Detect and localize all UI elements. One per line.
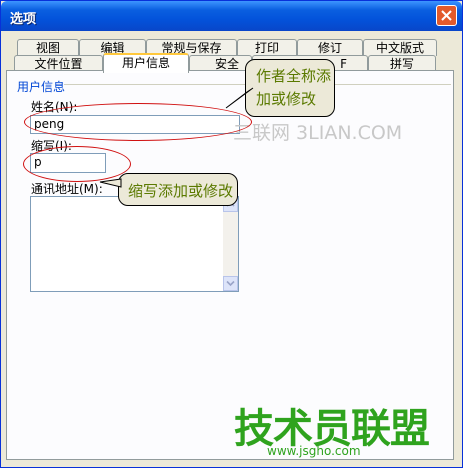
close-icon bbox=[441, 10, 452, 21]
initials-callout-text: 缩写添加或修改 bbox=[128, 182, 234, 200]
tab-track-changes[interactable]: 修订 bbox=[297, 39, 363, 56]
name-callout-line1: 作者全称添 bbox=[256, 67, 332, 85]
callout-pointer-initials bbox=[99, 178, 122, 188]
tab-asian-typography[interactable]: 中文版式 bbox=[363, 39, 437, 56]
name-callout-line2: 加或修改 bbox=[256, 90, 317, 108]
url-watermark: www.jsgho.com bbox=[267, 444, 361, 458]
title-bar[interactable]: 选项 bbox=[1, 1, 462, 31]
initials-callout: 缩写添加或修改 bbox=[118, 173, 238, 206]
address-label: 通讯地址(M): bbox=[31, 182, 103, 196]
group-title: 用户信息 bbox=[17, 80, 66, 94]
name-field-highlight bbox=[24, 103, 252, 141]
address-scrollbar[interactable] bbox=[223, 197, 238, 291]
scroll-down-button[interactable] bbox=[223, 276, 238, 291]
address-field[interactable] bbox=[30, 196, 239, 292]
callout-pointer-name bbox=[225, 87, 254, 109]
window-title: 选项 bbox=[10, 12, 37, 27]
tab-print[interactable]: 打印 bbox=[237, 39, 297, 56]
tab-view[interactable]: 视图 bbox=[17, 39, 79, 56]
close-button[interactable] bbox=[436, 5, 457, 26]
name-callout: 作者全称添 加或修改 bbox=[245, 59, 335, 117]
site-watermark: 三联网 3LIAN.COM bbox=[233, 122, 403, 144]
chevron-down-icon bbox=[226, 280, 235, 287]
tab-user-info[interactable]: 用户信息 bbox=[103, 53, 189, 73]
